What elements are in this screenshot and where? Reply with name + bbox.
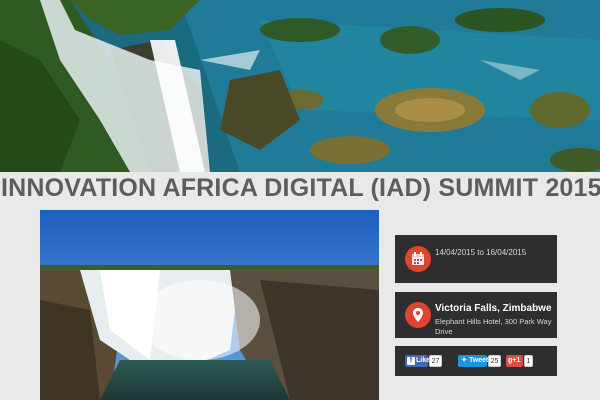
facebook-like-count: 27	[429, 355, 442, 367]
event-date-card: 14/04/2015 to 16/04/2015	[395, 235, 557, 283]
facebook-icon: f	[407, 357, 415, 365]
facebook-like-label: Like	[416, 357, 431, 364]
social-share-bar: f Like 27 ✦ Tweet 25 g+1 1	[395, 346, 557, 376]
twitter-tweet-count: 25	[488, 355, 501, 367]
event-location-card[interactable]: Victoria Falls, Zimbabwe Elephant Hills …	[395, 292, 557, 338]
hero-aerial-photo	[0, 0, 600, 172]
facebook-like-button[interactable]: f Like	[405, 355, 431, 367]
calendar-icon	[405, 246, 431, 272]
event-city: Victoria Falls, Zimbabwe	[435, 303, 552, 314]
map-pin-icon	[405, 302, 431, 328]
event-photo	[40, 210, 379, 400]
event-address: Elephant Hills Hotel, 300 Park Way Drive	[435, 317, 552, 336]
twitter-bird-icon: ✦	[461, 357, 467, 364]
page-title: INNOVATION AFRICA DIGITAL (IAD) SUMMIT 2…	[1, 174, 600, 202]
twitter-tweet-button[interactable]: ✦ Tweet	[458, 355, 489, 367]
twitter-tweet-label: Tweet	[469, 357, 489, 364]
google-plus-one-button[interactable]: g+1	[506, 355, 523, 367]
event-dates: 14/04/2015 to 16/04/2015	[435, 248, 527, 257]
google-plus-one-count: 1	[524, 355, 533, 367]
